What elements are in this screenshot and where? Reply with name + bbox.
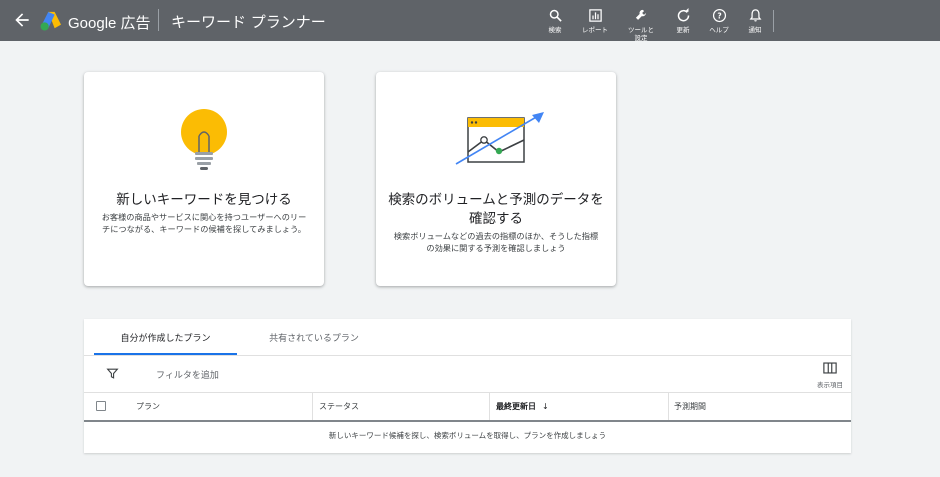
tab-shared-plans[interactable]: 共有されているプラン bbox=[244, 319, 384, 355]
column-divider bbox=[489, 393, 490, 420]
tab-my-plans[interactable]: 自分が作成したプラン bbox=[94, 319, 237, 355]
forecast-title: 検索のボリュームと予測のデータを確認する bbox=[388, 192, 604, 227]
bell-icon bbox=[749, 9, 761, 22]
column-divider bbox=[312, 393, 313, 420]
help-icon: ? bbox=[712, 8, 726, 23]
tools-settings-button[interactable]: ツールと 設定 bbox=[619, 8, 663, 42]
table-header-underline bbox=[84, 420, 851, 422]
brand-name[interactable]: Google 広告 bbox=[68, 12, 151, 33]
column-header-plan[interactable]: プラン bbox=[136, 393, 160, 420]
trend-chart-icon bbox=[455, 112, 544, 165]
lightbulb-icon bbox=[181, 109, 227, 170]
column-header-status[interactable]: ステータス bbox=[319, 393, 359, 420]
sort-down-arrow-icon: ↓ bbox=[542, 402, 549, 411]
columns-icon[interactable] bbox=[823, 362, 837, 374]
tabs-divider bbox=[84, 355, 851, 356]
forecast-desc: 検索ボリュームなどの過去の指標のほか、そうした指標の効果に関する予測を確認しまし… bbox=[393, 231, 599, 253]
find-keywords-desc: お客様の商品やサービスに関心を持つユーザーへのリーチにつながる、キーワードの候補… bbox=[101, 212, 307, 234]
refresh-icon bbox=[677, 8, 689, 22]
page-title: キーワード プランナー bbox=[171, 13, 326, 31]
back-arrow-icon[interactable] bbox=[12, 10, 32, 30]
empty-table-message: 新しいキーワード候補を探し、検索ボリュームを取得し、プランを作成しましょう bbox=[328, 431, 607, 440]
forecast-card[interactable]: 検索のボリュームと予測のデータを確認する 検索ボリュームなどの過去の指標のほか、… bbox=[376, 72, 616, 286]
column-header-forecast-period[interactable]: 予測期間 bbox=[674, 393, 706, 420]
top-bar: Google 広告 キーワード プランナー 検索 レポート ツールと 設定 更新… bbox=[0, 0, 940, 42]
column-divider bbox=[668, 393, 669, 420]
search-icon bbox=[549, 9, 562, 22]
find-keywords-card[interactable]: 新しいキーワードを見つける お客様の商品やサービスに関心を持つユーザーへのリーチ… bbox=[84, 72, 324, 286]
column-header-last-updated[interactable]: 最終更新日 ↓ bbox=[496, 393, 549, 420]
column-header-last-updated-label: 最終更新日 bbox=[496, 402, 536, 411]
brand-divider bbox=[158, 9, 159, 31]
report-tool-label: レポート bbox=[582, 26, 608, 34]
find-keywords-title: 新しいキーワードを見つける bbox=[116, 192, 292, 208]
add-filter-button[interactable]: フィルタを追加 bbox=[156, 368, 219, 381]
toolbar-divider bbox=[773, 10, 774, 32]
toolbar-divider-line bbox=[84, 392, 851, 393]
tools-settings-label: ツールと 設定 bbox=[628, 26, 654, 42]
plans-panel: 自分が作成したプラン 共有されているプラン フィルタを追加 表示項目 プラン ス… bbox=[84, 319, 851, 453]
report-icon bbox=[588, 9, 602, 22]
filter-icon[interactable] bbox=[106, 367, 119, 380]
svg-text:?: ? bbox=[717, 11, 721, 20]
search-tool-label: 検索 bbox=[548, 26, 562, 34]
wrench-icon bbox=[635, 9, 646, 20]
report-tool-button[interactable]: レポート bbox=[573, 8, 617, 34]
search-tool-button[interactable]: 検索 bbox=[533, 8, 577, 34]
columns-label[interactable]: 表示項目 bbox=[810, 379, 850, 389]
select-all-checkbox[interactable] bbox=[96, 401, 106, 411]
google-ads-logo-icon bbox=[40, 11, 61, 31]
notifications-button[interactable]: 通知 bbox=[733, 8, 777, 34]
notifications-label: 通知 bbox=[748, 26, 762, 34]
